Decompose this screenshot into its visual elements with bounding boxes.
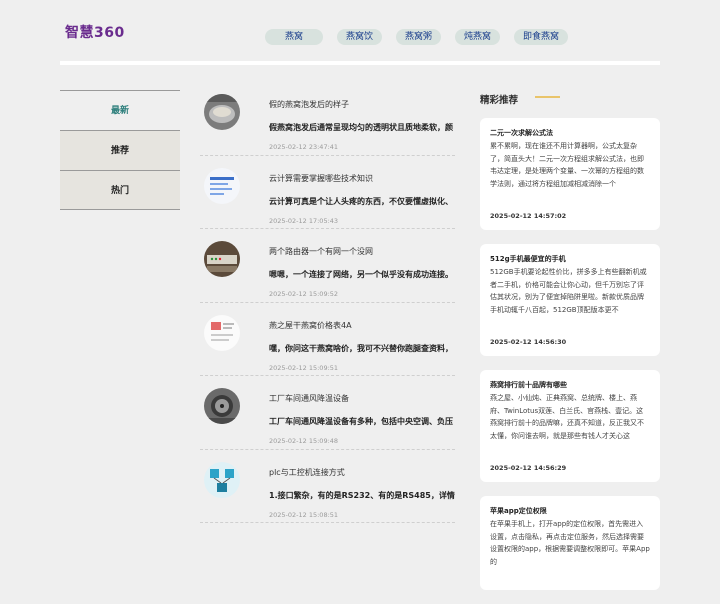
article-item[interactable]: 假的燕窝泡发后的样子 假燕窝泡发后通常呈现均匀的透明状且质地柔软，颜 2025-… — [200, 82, 455, 156]
tab-recommended[interactable]: 推荐 — [60, 130, 180, 170]
article-timestamp: 2025-02-12 23:47:41 — [269, 143, 339, 151]
recommend-header: 精彩推荐 — [480, 90, 660, 118]
nav-item-stewed-yanwo[interactable]: 炖燕窝 — [455, 29, 501, 45]
nav-item-instant-yanwo[interactable]: 即食燕窝 — [514, 29, 569, 45]
recommend-card[interactable]: 512g手机最便宜的手机 512GB手机要论起性价比，拼多多上有些翻新机或者二手… — [480, 244, 660, 356]
recommend-card-title[interactable]: 二元一次求解公式法 — [490, 128, 650, 138]
sidebar-tabs: 最新 推荐 热门 — [60, 90, 180, 210]
recommend-card-body: 在苹果手机上，打开app的定位权限，首先需进入设置，点击隐私，再点击定位服务，然… — [490, 520, 650, 566]
article-timestamp: 2025-02-12 15:09:52 — [269, 290, 339, 298]
recommend-card-body: 燕之屋、小仙炖、正典燕窝、总统牌、楼上、燕府、TwinLotus双莲、白兰氏、官… — [490, 394, 644, 440]
recommend-card-time: 2025-02-12 14:57:02 — [490, 212, 567, 220]
article-title[interactable]: plc与工控机连接方式 — [269, 467, 345, 478]
article-thumbnail[interactable] — [204, 167, 240, 204]
article-thumbnail[interactable] — [204, 461, 240, 498]
header-divider — [60, 61, 660, 65]
article-summary: 工厂车间通风降温设备有多种，包括中央空调、负压 — [269, 417, 453, 426]
site-logo[interactable]: 智慧360 — [65, 22, 125, 42]
article-title[interactable]: 燕之屋干燕窝价格表4A — [269, 320, 352, 331]
recommend-card-body: 512GB手机要论起性价比，拼多多上有些翻新机或者二手机，价格可能会让你心动，但… — [490, 268, 647, 314]
article-list: 假的燕窝泡发后的样子 假燕窝泡发后通常呈现均匀的透明状且质地柔软，颜 2025-… — [200, 82, 455, 523]
article-timestamp: 2025-02-12 15:09:48 — [269, 437, 339, 445]
article-thumbnail[interactable] — [204, 241, 240, 277]
tab-popular[interactable]: 热门 — [60, 170, 180, 210]
article-item[interactable]: 云计算需要掌握哪些技术知识 云计算可真是个让人头疼的东西，不仅要懂虚拟化、 20… — [200, 156, 455, 229]
article-item[interactable]: 两个路由器一个有网一个没网 嗯嗯，一个连接了网络，另一个似乎没有成功连接。 20… — [200, 229, 455, 303]
nav-item-yanwo-porridge[interactable]: 燕窝粥 — [396, 29, 442, 45]
recommend-accent-bar — [535, 96, 560, 98]
recommend-card-title[interactable]: 苹果app定位权限 — [490, 506, 650, 516]
recommend-card-title[interactable]: 512g手机最便宜的手机 — [490, 254, 650, 264]
recommend-card[interactable]: 二元一次求解公式法 累不累啊，现在谁还不用计算器啊，公式太复杂了，简直头大！二元… — [480, 118, 660, 230]
article-title[interactable]: 两个路由器一个有网一个没网 — [269, 246, 373, 257]
nav-item-yanwo[interactable]: 燕窝 — [265, 29, 323, 45]
recommend-title: 精彩推荐 — [480, 95, 519, 106]
article-summary: 假燕窝泡发后通常呈现均匀的透明状且质地柔软，颜 — [269, 123, 453, 132]
article-thumbnail[interactable] — [204, 314, 240, 351]
tab-latest[interactable]: 最新 — [60, 90, 180, 130]
recommend-card-time: 2025-02-12 14:56:29 — [490, 464, 567, 472]
article-summary: 云计算可真是个让人头疼的东西，不仅要懂虚拟化、 — [269, 196, 453, 206]
article-item[interactable]: plc与工控机连接方式 1.接口繁杂，有的是RS232、有的是RS485，详情得… — [200, 450, 455, 523]
article-timestamp: 2025-02-12 15:08:51 — [269, 510, 339, 519]
article-summary: 1.接口繁杂，有的是RS232、有的是RS485，详情得 — [269, 490, 455, 500]
article-timestamp: 2025-02-12 17:05:43 — [269, 216, 339, 225]
article-summary: 嘿，你问这干燕窝啥价，我可不兴替你跑腿查资料， — [269, 343, 453, 353]
article-item[interactable]: 燕之屋干燕窝价格表4A 嘿，你问这干燕窝啥价，我可不兴替你跑腿查资料， 2025… — [200, 303, 455, 376]
site-header: 智慧360 燕窝 燕窝饮 燕窝粥 炖燕窝 即食燕窝 — [60, 0, 660, 64]
article-thumbnail[interactable] — [204, 388, 240, 424]
article-title[interactable]: 工厂车间通风降温设备 — [269, 393, 349, 404]
top-nav: 燕窝 燕窝饮 燕窝粥 炖燕窝 即食燕窝 — [265, 29, 569, 45]
article-thumbnail[interactable] — [204, 94, 240, 130]
article-title[interactable]: 云计算需要掌握哪些技术知识 — [269, 173, 373, 184]
article-timestamp: 2025-02-12 15:09:51 — [269, 363, 339, 372]
recommend-card[interactable]: 苹果app定位权限 在苹果手机上，打开app的定位权限，首先需进入设置，点击隐私… — [480, 496, 660, 590]
article-summary: 嗯嗯，一个连接了网络，另一个似乎没有成功连接。 — [269, 270, 453, 279]
article-title[interactable]: 假的燕窝泡发后的样子 — [269, 99, 349, 110]
article-item[interactable]: 工厂车间通风降温设备 工厂车间通风降温设备有多种，包括中央空调、负压 2025-… — [200, 376, 455, 450]
recommend-card[interactable]: 燕窝排行前十品牌有哪些 燕之屋、小仙炖、正典燕窝、总统牌、楼上、燕府、TwinL… — [480, 370, 660, 482]
recommend-card-body: 累不累啊，现在谁还不用计算器啊，公式太复杂了，简直头大！二元一次方程组求解公式法… — [490, 142, 644, 188]
nav-item-yanwo-drink[interactable]: 燕窝饮 — [337, 29, 383, 45]
recommend-card-title[interactable]: 燕窝排行前十品牌有哪些 — [490, 380, 650, 390]
recommend-panel: 精彩推荐 二元一次求解公式法 累不累啊，现在谁还不用计算器啊，公式太复杂了，简直… — [480, 90, 660, 604]
recommend-card-time: 2025-02-12 14:56:30 — [490, 338, 567, 346]
